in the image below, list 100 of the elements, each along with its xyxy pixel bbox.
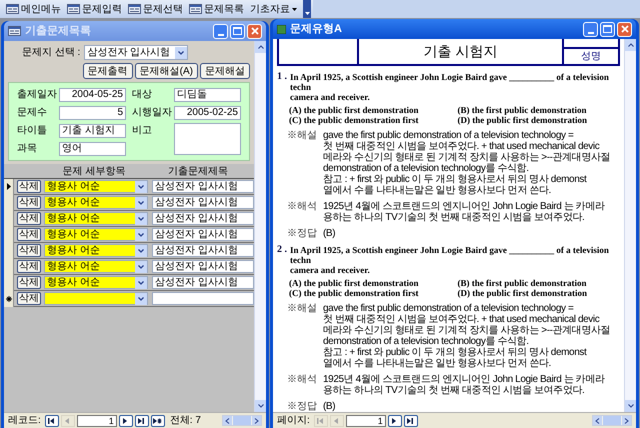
first-page-button[interactable] [44, 414, 59, 426]
detail-select[interactable]: 형용사 어순 [44, 228, 148, 241]
maximize-icon [603, 25, 612, 33]
dropdown-button[interactable] [135, 212, 147, 224]
vertical-scrollbar[interactable] [254, 41, 266, 412]
close-button[interactable] [247, 24, 262, 38]
dropdown-button[interactable] [135, 180, 147, 192]
scrollbar-thumb[interactable] [233, 416, 251, 425]
delete-button[interactable]: 삭제 [17, 244, 41, 257]
field-label: 대상 [132, 88, 153, 102]
dropdown-button[interactable] [135, 228, 147, 240]
maximize-button[interactable] [230, 24, 245, 38]
last-page-button[interactable] [404, 414, 418, 426]
header-cell-text: 성명 [580, 50, 602, 64]
detail-select[interactable]: 형용사 어순 [44, 276, 148, 289]
explanation-line: gave the first public demonstration of a television technology = [323, 303, 574, 314]
title-field[interactable] [152, 292, 254, 305]
horizontal-scrollbar[interactable] [592, 415, 632, 426]
scroll-right-button[interactable] [252, 416, 261, 425]
dropdown-button[interactable] [135, 292, 147, 304]
dropdown-button[interactable] [175, 46, 188, 58]
scroll-up-button[interactable] [255, 41, 266, 53]
scroll-down-button[interactable] [625, 400, 636, 412]
new-page-button[interactable] [150, 414, 165, 426]
toolbar-button[interactable]: 문제목록 [189, 2, 244, 16]
input-field[interactable]: 2004-05-25 [59, 88, 126, 102]
delete-button[interactable]: 삭제 [17, 180, 41, 193]
dropdown-button[interactable] [135, 260, 147, 272]
next-page-button[interactable] [388, 414, 402, 426]
input-field[interactable]: 5 [59, 106, 126, 120]
scroll-down-button[interactable] [255, 400, 266, 412]
explanation-line: 열에서 수를 나타내는말은 일반 형용사보다 먼저 쓴다. [323, 185, 552, 196]
scroll-left-button[interactable] [223, 416, 232, 425]
title-field[interactable]: 삼성전자 입사시험 [152, 276, 254, 289]
minimize-icon [218, 34, 224, 36]
next-page-button[interactable] [118, 414, 133, 426]
title-field[interactable]: 삼성전자 입사시험 [152, 180, 254, 193]
toolbar-options-button[interactable] [303, 0, 311, 18]
chevron-down-icon [138, 216, 144, 220]
toolbar-button[interactable]: 메인메뉴 [6, 2, 61, 16]
field-label: 출제일자 [17, 88, 57, 102]
horizontal-scrollbar[interactable] [222, 415, 262, 426]
close-button[interactable] [617, 22, 632, 36]
explanation-line: 열에서 수를 나타내는말은 일반 형용사보다 먼저 쓴다. [323, 358, 552, 369]
toolbar-button[interactable]: 문제입력 [67, 2, 122, 16]
section-label: ※해설 [287, 130, 318, 143]
row-selector[interactable] [4, 178, 14, 194]
delete-button[interactable]: 삭제 [17, 228, 41, 241]
delete-button[interactable]: 삭제 [17, 196, 41, 209]
title-field[interactable]: 삼성전자 입사시험 [152, 244, 254, 257]
action-button[interactable]: 문제출력 [82, 63, 133, 79]
maximize-button[interactable] [600, 22, 615, 36]
chevron-left-icon [225, 418, 230, 424]
row-selector[interactable] [4, 290, 14, 306]
navigator-label: 페이지: [277, 414, 310, 428]
scroll-right-button[interactable] [622, 416, 631, 425]
page-number-field[interactable]: 1 [346, 414, 386, 426]
last-page-button[interactable] [134, 414, 149, 426]
new-record-icon [153, 416, 162, 424]
action-button[interactable]: 문제해설(A) [134, 63, 198, 79]
action-button[interactable]: 문제해설 [200, 63, 250, 79]
detail-select[interactable]: 형용사 어순 [44, 180, 148, 193]
page-number-field[interactable]: 1 [76, 414, 117, 426]
input-field[interactable]: 2005-02-25 [174, 106, 241, 120]
vertical-scrollbar[interactable] [624, 39, 636, 412]
toolbar-button[interactable]: 기초자료 [250, 2, 297, 16]
delete-button[interactable]: 삭제 [17, 292, 41, 305]
title-field[interactable]: 삼성전자 입사시험 [152, 212, 254, 225]
title-field[interactable]: 삼성전자 입사시험 [152, 260, 254, 273]
dropdown-button[interactable] [135, 244, 147, 256]
memo-field[interactable] [174, 123, 241, 155]
minimize-button[interactable] [213, 24, 228, 38]
scrollbar-thumb[interactable] [603, 416, 621, 425]
title-field[interactable]: 삼성전자 입사시험 [152, 228, 254, 241]
scroll-left-button[interactable] [593, 416, 602, 425]
dropdown-button[interactable] [135, 196, 147, 208]
chevron-down-icon [258, 404, 264, 408]
chevron-down-icon [178, 50, 184, 54]
scroll-up-button[interactable] [625, 39, 636, 51]
detail-select[interactable]: 형용사 어순 [44, 244, 148, 257]
input-field[interactable]: 디딤돌 [174, 88, 241, 102]
input-field[interactable]: 영어 [59, 142, 126, 156]
section-label: ※해설 [287, 303, 318, 316]
answer-option: (D) the public first demonstration [458, 288, 620, 298]
exam-select[interactable]: 삼성전자 입사시험 [84, 45, 188, 60]
last-record-icon [406, 416, 416, 424]
detail-select[interactable]: 형용사 어순 [44, 196, 148, 209]
question-text: camera and receiver. [290, 265, 371, 275]
window-title-bar[interactable]: 문제유형A [273, 19, 636, 39]
dropdown-button[interactable] [135, 276, 147, 288]
detail-select[interactable]: 형용사 어순 [44, 212, 148, 225]
form-icon [67, 4, 80, 14]
minimize-button[interactable] [583, 22, 598, 36]
delete-button[interactable]: 삭제 [17, 212, 41, 225]
input-field[interactable]: 기출 시험지 [59, 124, 126, 138]
toolbar-button[interactable]: 문제선택 [128, 2, 183, 16]
title-field[interactable]: 삼성전자 입사시험 [152, 196, 254, 209]
delete-button[interactable]: 삭제 [17, 260, 41, 273]
delete-button[interactable]: 삭제 [17, 276, 41, 289]
detail-select[interactable]: 형용사 어순 [44, 260, 148, 273]
